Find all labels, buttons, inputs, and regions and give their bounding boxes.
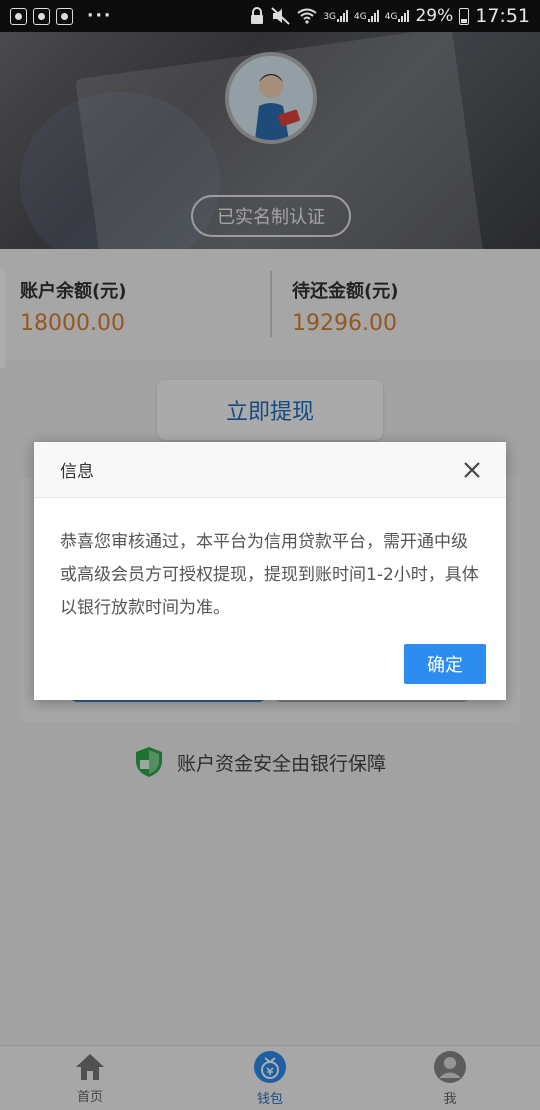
signal-bars-icon bbox=[398, 10, 410, 22]
signal-bars-icon bbox=[337, 10, 349, 22]
info-dialog: 信息 恭喜您审核通过，本平台为信用贷款平台，需开通中级或高级会员方可授权提现，提… bbox=[34, 442, 506, 700]
overflow-dots: ··· bbox=[87, 6, 113, 26]
signal-4g: 4G bbox=[354, 10, 379, 22]
battery-percent: 29% bbox=[415, 6, 454, 26]
dialog-footer: 确定 bbox=[404, 644, 486, 684]
battery-icon bbox=[459, 7, 470, 25]
wifi-icon bbox=[297, 8, 317, 24]
clock: 17:51 bbox=[475, 5, 530, 27]
confirm-button[interactable]: 确定 bbox=[404, 644, 486, 684]
app-notification-icon bbox=[33, 7, 50, 25]
dialog-message: 恭喜您审核通过，本平台为信用贷款平台，需开通中级或高级会员方可授权提现，提现到账… bbox=[60, 532, 479, 618]
mute-icon bbox=[271, 7, 291, 25]
app-notification-icon bbox=[10, 7, 27, 25]
screen: ··· 3G 4G 4G 29% 17:51 已实名制认证 账户余额(元) 18… bbox=[0, 0, 540, 1110]
network-type-label: 4G bbox=[384, 12, 398, 22]
signal-3g: 3G bbox=[323, 10, 349, 22]
dialog-title: 信息 bbox=[60, 462, 94, 482]
signal-4g-secondary: 4G bbox=[385, 10, 410, 22]
status-left: ··· bbox=[10, 6, 112, 26]
dialog-header: 信息 bbox=[34, 442, 506, 498]
signal-bars-icon bbox=[367, 10, 379, 22]
app-notification-icon bbox=[56, 7, 73, 25]
network-type-label: 4G bbox=[354, 12, 367, 22]
network-type-label: 3G bbox=[323, 12, 337, 22]
status-bar: ··· 3G 4G 4G 29% 17:51 bbox=[0, 0, 540, 32]
status-right: 3G 4G 4G 29% 17:51 bbox=[249, 5, 530, 27]
close-icon[interactable] bbox=[462, 460, 482, 480]
lock-icon bbox=[251, 7, 264, 24]
